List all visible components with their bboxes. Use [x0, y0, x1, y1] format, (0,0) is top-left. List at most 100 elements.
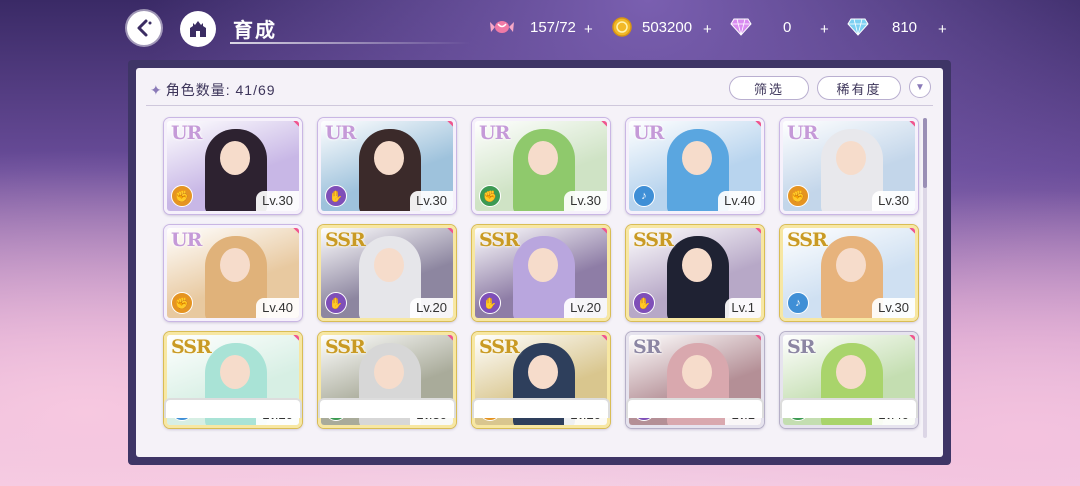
pink-diamond-value: 0	[783, 18, 792, 36]
blue-diamond-add-button[interactable]: +	[938, 16, 947, 42]
character-count-label: 角色数量:	[165, 82, 231, 98]
character-list: ✦ 角色数量: 41/69 筛选 稀有度 ▼ UR ✊ Lv.30 UR ✋ Lv.30 UR…	[136, 68, 943, 457]
list-scrollbar[interactable]	[923, 118, 927, 438]
character-face	[374, 355, 404, 389]
sparkle-icon: ✦	[150, 82, 163, 98]
character-face	[528, 141, 558, 175]
back-arrow-icon[interactable]	[127, 11, 161, 45]
candy-icon	[490, 15, 514, 39]
orange-attribute-icon: ✊	[171, 292, 193, 314]
orange-attribute-icon: ✊	[171, 185, 193, 207]
rarity-badge: UR	[171, 122, 202, 144]
character-count-value: 41/69	[235, 82, 276, 98]
title-underline	[230, 42, 470, 44]
blue-diamond-value: 810	[892, 18, 918, 36]
rarity-badge: UR	[633, 122, 664, 144]
rarity-badge: SSR	[479, 229, 520, 251]
character-card[interactable]: SSR ✋ Lv.20	[472, 225, 610, 321]
gold-value: 503200	[642, 18, 693, 36]
level-label: Lv.40	[256, 298, 299, 318]
candy-add-button[interactable]: +	[584, 16, 593, 42]
character-face	[528, 248, 558, 282]
gold-coin-icon	[610, 15, 634, 39]
triangle-down-icon: ▼	[915, 81, 925, 93]
character-card[interactable]: UR ♪ Lv.40	[626, 118, 764, 214]
level-label: Lv.20	[410, 298, 453, 318]
character-card[interactable]: SSR ✋ Lv.20	[318, 225, 456, 321]
blue-attribute-icon: ♪	[633, 185, 655, 207]
character-face	[220, 355, 250, 389]
character-card[interactable]: UR ✊ Lv.30	[164, 118, 302, 214]
rarity-badge: SSR	[325, 229, 366, 251]
list-header: ✦ 角色数量: 41/69 筛选 稀有度 ▼	[136, 68, 943, 108]
filter-button[interactable]: 筛选	[729, 76, 809, 100]
partial-card[interactable]	[780, 398, 918, 418]
character-face	[374, 248, 404, 282]
rarity-badge: SSR	[787, 229, 828, 251]
blue-diamond-resource: 810	[846, 14, 917, 40]
character-face	[528, 355, 558, 389]
character-panel: ✦ 角色数量: 41/69 筛选 稀有度 ▼ UR ✊ Lv.30 UR ✋ Lv.30 UR…	[128, 60, 951, 465]
character-card[interactable]: UR ✊ Lv.40	[164, 225, 302, 321]
scrollbar-thumb[interactable]	[923, 118, 927, 188]
rarity-badge: UR	[325, 122, 356, 144]
purple-attribute-icon: ✋	[325, 292, 347, 314]
character-face	[682, 141, 712, 175]
purple-attribute-icon: ✋	[325, 185, 347, 207]
level-label: Lv.30	[256, 191, 299, 211]
character-card[interactable]: UR ✊ Lv.30	[780, 118, 918, 214]
rarity-badge: SSR	[633, 229, 674, 251]
rarity-badge: UR	[787, 122, 818, 144]
level-label: Lv.40	[718, 191, 761, 211]
candy-resource: 157/72	[490, 14, 576, 40]
level-label: Lv.30	[564, 191, 607, 211]
purple-attribute-icon: ✋	[479, 292, 501, 314]
level-label: Lv.30	[410, 191, 453, 211]
character-card[interactable]: UR ✊ Lv.30	[472, 118, 610, 214]
gold-resource: 503200	[610, 14, 692, 40]
character-count: ✦ 角色数量: 41/69	[150, 80, 276, 100]
pink-diamond-icon	[729, 15, 753, 39]
sort-order-toggle[interactable]: ▼	[909, 76, 931, 98]
partial-card[interactable]	[318, 398, 456, 418]
castle-icon[interactable]	[180, 11, 216, 47]
character-face	[220, 248, 250, 282]
purple-attribute-icon: ✋	[633, 292, 655, 314]
level-label: Lv.1	[725, 298, 761, 318]
candy-value: 157/72	[530, 18, 576, 36]
header-divider	[146, 105, 933, 106]
character-face	[220, 141, 250, 175]
gold-add-button[interactable]: +	[703, 16, 712, 42]
partial-card[interactable]	[472, 398, 610, 418]
character-face	[682, 248, 712, 282]
character-card[interactable]: SSR ♪ Lv.30	[780, 225, 918, 321]
green-attribute-icon: ✊	[479, 185, 501, 207]
level-label: Lv.20	[564, 298, 607, 318]
top-bar: 育成 157/72 + 503200 + 0 + 810 +	[0, 0, 1080, 56]
level-label: Lv.30	[872, 298, 915, 318]
rarity-badge: SSR	[325, 336, 366, 358]
blue-attribute-icon: ♪	[787, 292, 809, 314]
rarity-badge: UR	[479, 122, 510, 144]
pink-diamond-resource: 0	[729, 14, 791, 40]
page-title: 育成	[233, 20, 277, 42]
level-label: Lv.30	[872, 191, 915, 211]
character-card[interactable]: UR ✋ Lv.30	[318, 118, 456, 214]
pink-diamond-add-button[interactable]: +	[820, 16, 829, 42]
character-face	[374, 141, 404, 175]
character-face	[682, 355, 712, 389]
rarity-badge: UR	[171, 229, 202, 251]
character-face	[836, 355, 866, 389]
character-face	[836, 248, 866, 282]
rarity-badge: SSR	[171, 336, 212, 358]
blue-diamond-icon	[846, 15, 870, 39]
rarity-sort-button[interactable]: 稀有度	[817, 76, 901, 100]
partial-card[interactable]	[626, 398, 764, 418]
rarity-badge: SR	[633, 336, 661, 358]
partial-card[interactable]	[164, 398, 302, 418]
character-face	[836, 141, 866, 175]
rarity-badge: SR	[787, 336, 815, 358]
character-card[interactable]: SSR ✋ Lv.1	[626, 225, 764, 321]
rarity-badge: SSR	[479, 336, 520, 358]
orange-attribute-icon: ✊	[787, 185, 809, 207]
